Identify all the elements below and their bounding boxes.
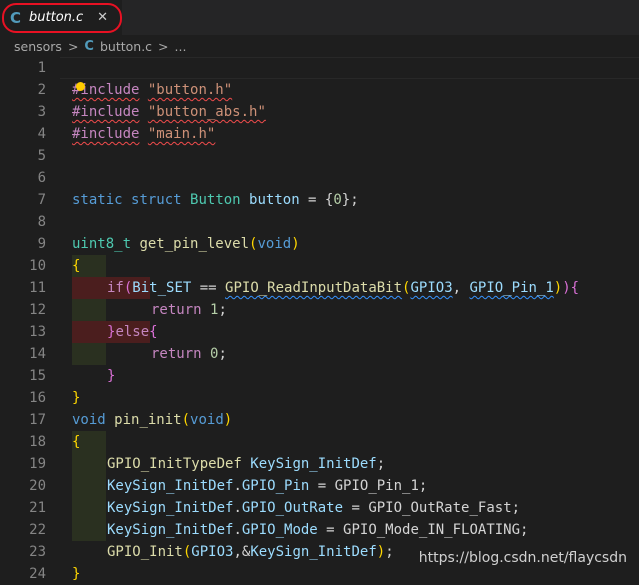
line-number: 12 [29,302,46,318]
breadcrumb-file[interactable]: button.c [100,39,152,54]
line-number: 13 [29,324,46,340]
line-number: 17 [29,412,46,428]
line-number: 16 [29,390,46,406]
line-number: 1 [37,60,46,76]
line-number: 18 [29,434,46,450]
code-editor[interactable]: 1 #include "button.h" 2 #include "button… [0,57,639,582]
line-number: 20 [29,478,46,494]
line-number: 23 [29,544,46,560]
line-number: 3 [37,104,46,120]
breadcrumb: sensors > C button.c > ... [0,35,639,57]
line-number: 6 [37,170,46,186]
chevron-right-icon: > [158,38,169,54]
breadcrumb-folder[interactable]: sensors [14,39,62,54]
c-language-icon: C [10,8,22,27]
line-number: 21 [29,500,46,516]
breadcrumb-symbols[interactable]: ... [175,39,187,54]
c-language-icon: C [84,38,94,54]
watermark: https://blog.csdn.net/flaycsdn [418,550,627,566]
close-icon[interactable]: ✕ [97,10,108,25]
line-number: 22 [29,522,46,538]
line-number: 4 [37,126,46,142]
line-number: 14 [29,346,46,362]
line-number: 19 [29,456,46,472]
line-number: 5 [37,148,46,164]
line-number: 24 [29,566,46,582]
tab-filename: button.c [29,10,84,25]
line-number: 8 [37,214,46,230]
line-number: 10 [29,258,46,274]
line-number: 2 [37,82,46,98]
tab-button-c[interactable]: C button.c ✕ [0,0,122,35]
chevron-right-icon: > [67,38,79,54]
line-number: 15 [29,368,46,384]
line-number: 7 [37,192,46,208]
line-number: 11 [29,280,46,296]
tab-bar: C button.c ✕ [0,0,639,36]
line-number: 9 [37,236,46,252]
lightbulb-icon[interactable] [76,82,85,91]
